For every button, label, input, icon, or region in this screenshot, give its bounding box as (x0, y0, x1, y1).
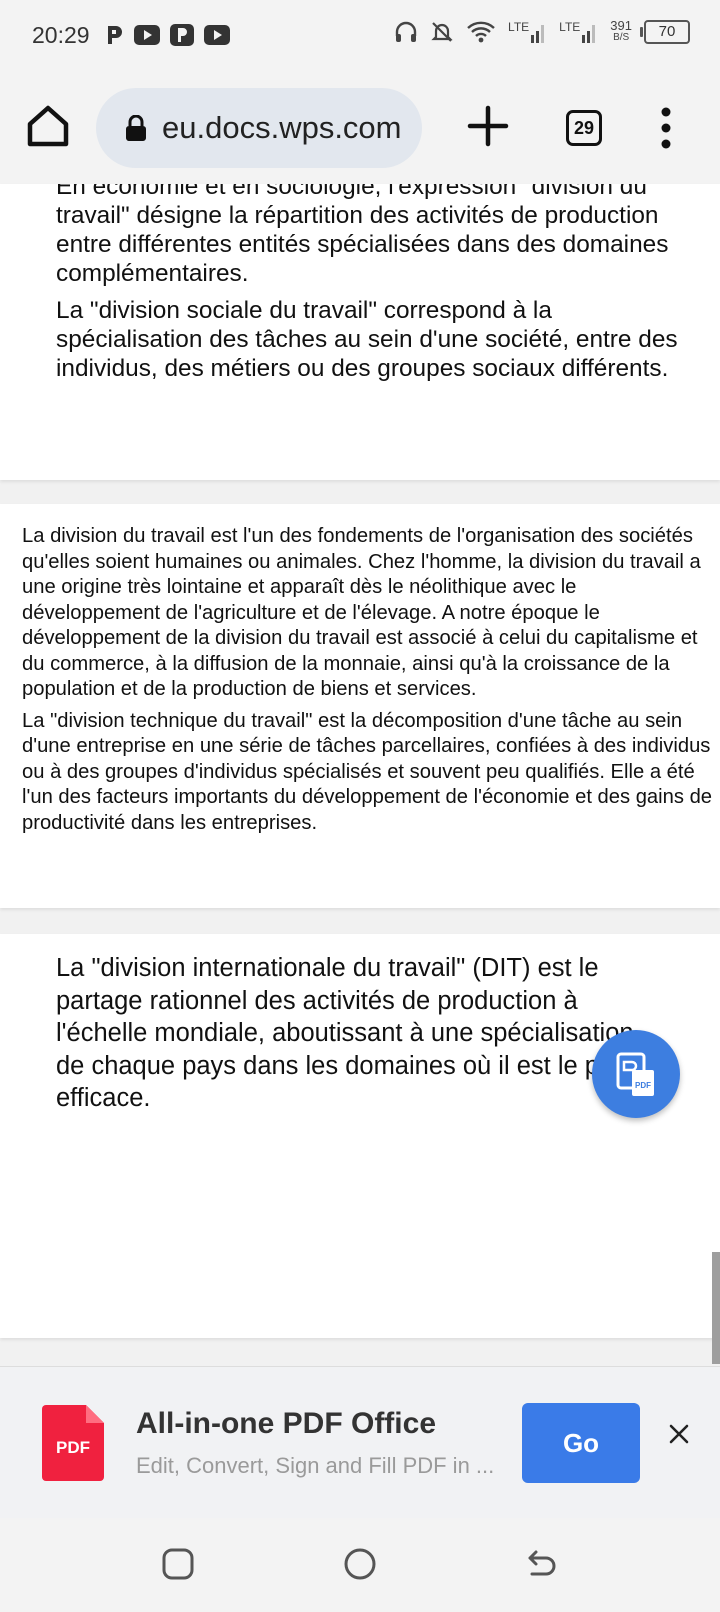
lock-icon (126, 115, 146, 141)
url-text[interactable]: eu.docs.wps.com (162, 110, 412, 146)
battery-indicator: 70 (640, 20, 690, 44)
home-nav-icon[interactable] (340, 1544, 380, 1584)
mute-icon (431, 22, 453, 42)
system-nav-bar (0, 1518, 720, 1612)
close-icon[interactable] (666, 1421, 692, 1447)
headphones-icon (395, 21, 417, 42)
status-time: 20:29 (32, 22, 90, 48)
network-speed: 391 B/S (610, 18, 632, 43)
youtube-icon (134, 25, 160, 45)
document-page-1: En économie et en sociologie, l'expressi… (0, 184, 720, 480)
pdf-app-icon: PDF (42, 1405, 104, 1481)
ad-banner[interactable]: PDF All-in-one PDF Office Edit, Convert,… (0, 1366, 720, 1520)
paragraph: travail" désigne la répartition des acti… (56, 202, 669, 287)
back-icon[interactable] (522, 1544, 562, 1584)
notification-icons (106, 24, 230, 46)
pdf-convert-icon: PDF (616, 1052, 654, 1096)
page-scrollbar[interactable] (712, 1252, 720, 1364)
network-1: LTE (508, 21, 547, 43)
more-menu-icon[interactable] (658, 106, 674, 150)
recents-icon[interactable] (158, 1544, 198, 1584)
tab-switcher-button[interactable]: 29 (566, 110, 602, 146)
wifi-icon (467, 21, 495, 43)
system-icons: LTE LTE 391 B/S 70 (394, 18, 690, 44)
youtube-icon (204, 25, 230, 45)
p-app-icon (170, 24, 194, 46)
pdf-icon-label: PDF (56, 1438, 90, 1457)
address-bar[interactable]: eu.docs.wps.com (96, 88, 422, 168)
paragraph: La "division sociale du travail" corresp… (56, 297, 678, 382)
document-page-2: La division du travail est l'un des fond… (0, 504, 720, 908)
ad-title: All-in-one PDF Office (136, 1407, 436, 1440)
paragraph: La "division technique du travail" est l… (22, 709, 713, 834)
new-tab-icon[interactable] (466, 104, 510, 148)
home-icon[interactable] (24, 102, 72, 150)
ad-go-button[interactable]: Go (522, 1403, 640, 1483)
paragraph: La division du travail est l'un des fond… (22, 525, 701, 700)
status-bar: 20:29 LTE LTE 391 B/S 70 (0, 0, 720, 72)
p-app-icon (108, 26, 122, 44)
paragraph-cut-line: En économie et en sociologie, l'expressi… (56, 184, 647, 200)
network-2: LTE (559, 21, 598, 43)
document-page-3: La "division internationale du travail" … (0, 934, 720, 1338)
signal-icon (531, 25, 545, 43)
ad-subtitle: Edit, Convert, Sign and Fill PDF in ... (136, 1453, 495, 1478)
convert-pdf-fab[interactable]: PDF (592, 1030, 680, 1118)
signal-icon (582, 25, 596, 43)
browser-toolbar: eu.docs.wps.com 29 (0, 72, 720, 185)
fab-pdf-text: PDF (635, 1081, 651, 1090)
